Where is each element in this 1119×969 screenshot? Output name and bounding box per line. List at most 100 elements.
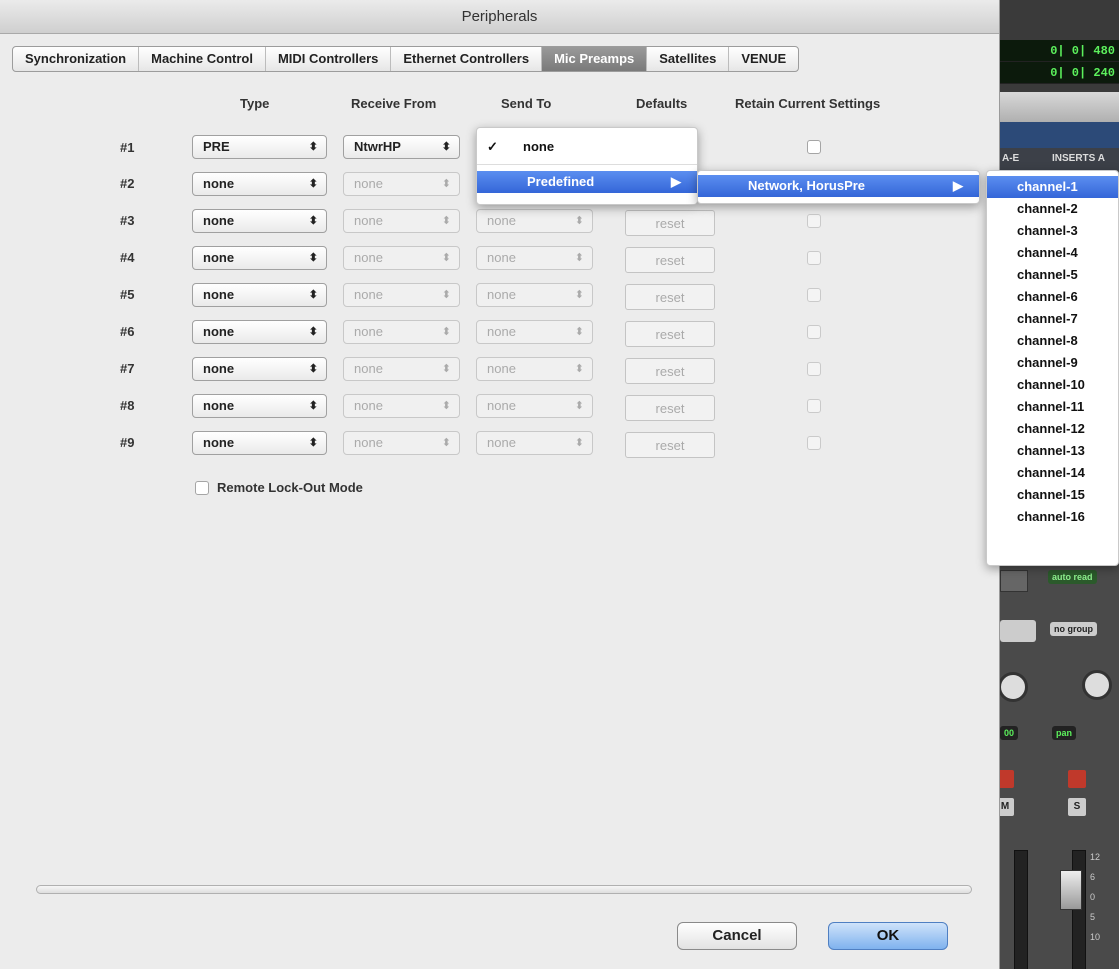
tab-ethernet-controllers[interactable]: Ethernet Controllers — [391, 47, 543, 71]
remote-lockout-option[interactable]: Remote Lock-Out Mode — [195, 480, 363, 495]
cancel-button[interactable]: Cancel — [677, 922, 797, 950]
bg-record-button[interactable] — [1068, 770, 1086, 788]
type-select[interactable]: none ⬍ — [192, 209, 327, 233]
reset-button[interactable]: reset — [625, 210, 715, 236]
receive-from-select[interactable]: none ⬍ — [343, 172, 460, 196]
stepper-icon: ⬍ — [308, 215, 318, 227]
type-select[interactable]: PRE ⬍ — [192, 135, 327, 159]
tab-satellites[interactable]: Satellites — [647, 47, 730, 71]
menu-separator — [477, 164, 697, 165]
tab-midi-controllers[interactable]: MIDI Controllers — [266, 47, 392, 71]
stepper-icon: ⬍ — [308, 178, 318, 190]
retain-checkbox[interactable] — [807, 325, 821, 339]
row-label: #9 — [120, 435, 135, 450]
stepper-icon: ⬍ — [308, 326, 318, 338]
type-value: none — [203, 361, 235, 376]
menu-item-channel-6[interactable]: channel-6 — [987, 286, 1118, 308]
menu-item-channel-4[interactable]: channel-4 — [987, 242, 1118, 264]
reset-button[interactable]: reset — [625, 395, 715, 421]
bg-knob-left[interactable] — [1000, 672, 1028, 702]
stepper-icon: ⬍ — [441, 289, 451, 301]
reset-button[interactable]: reset — [625, 432, 715, 458]
receive-from-select[interactable]: none ⬍ — [343, 394, 460, 418]
receive-from-select[interactable]: none ⬍ — [343, 283, 460, 307]
bg-solo-button[interactable]: S — [1068, 798, 1086, 816]
reset-button[interactable]: reset — [625, 284, 715, 310]
bg-record-button-left[interactable] — [1000, 770, 1014, 788]
type-select[interactable]: none ⬍ — [192, 283, 327, 307]
remote-lockout-checkbox[interactable] — [195, 480, 209, 495]
bg-fader-handle[interactable] — [1060, 870, 1082, 910]
receive-from-select[interactable]: NtwrHP ⬍ — [343, 135, 460, 159]
menu-item-channel-13[interactable]: channel-13 — [987, 440, 1118, 462]
send-to-select[interactable]: none ⬍ — [476, 283, 593, 307]
menu-item-channel-12[interactable]: channel-12 — [987, 418, 1118, 440]
bg-mute-button-left[interactable]: M — [1000, 798, 1014, 816]
horizontal-scrollbar[interactable] — [36, 885, 972, 894]
type-select[interactable]: none ⬍ — [192, 172, 327, 196]
retain-checkbox[interactable] — [807, 251, 821, 265]
bg-auto-label[interactable]: auto read — [1048, 570, 1097, 584]
bg-group-dropdown-left[interactable] — [1000, 620, 1036, 642]
menu-item-channel-7[interactable]: channel-7 — [987, 308, 1118, 330]
stepper-icon: ⬍ — [308, 252, 318, 264]
bg-dropdown[interactable] — [1000, 570, 1028, 592]
tab-venue[interactable]: VENUE — [729, 47, 798, 71]
menu-item-channel-1[interactable]: channel-1 — [987, 176, 1118, 198]
send-to-select[interactable]: none ⬍ — [476, 431, 593, 455]
receive-from-select[interactable]: none ⬍ — [343, 431, 460, 455]
bg-scale-5: 5 — [1090, 912, 1096, 922]
reset-button[interactable]: reset — [625, 247, 715, 273]
menu-item-channel-5[interactable]: channel-5 — [987, 264, 1118, 286]
menu-item-channel-14[interactable]: channel-14 — [987, 462, 1118, 484]
retain-checkbox[interactable] — [807, 214, 821, 228]
tab-synchronization[interactable]: Synchronization — [13, 47, 140, 71]
menu-item-channel-9[interactable]: channel-9 — [987, 352, 1118, 374]
retain-checkbox[interactable] — [807, 140, 821, 154]
menu-item-channel-15[interactable]: channel-15 — [987, 484, 1118, 506]
tab-mic-preamps[interactable]: Mic Preamps — [542, 47, 648, 71]
send-to-select[interactable]: none ⬍ — [476, 246, 593, 270]
send-to-select[interactable]: none ⬍ — [476, 209, 593, 233]
receive-from-select[interactable]: none ⬍ — [343, 320, 460, 344]
type-select[interactable]: none ⬍ — [192, 431, 327, 455]
menu-item-channel-8[interactable]: channel-8 — [987, 330, 1118, 352]
receive-from-select[interactable]: none ⬍ — [343, 209, 460, 233]
retain-checkbox[interactable] — [807, 288, 821, 302]
bg-group-label[interactable]: no group — [1050, 622, 1097, 636]
stepper-icon: ⬍ — [441, 215, 451, 227]
menu-item-none-label: none — [523, 139, 555, 154]
ok-button[interactable]: OK — [828, 922, 948, 950]
receive-from-select[interactable]: none ⬍ — [343, 357, 460, 381]
type-select[interactable]: none ⬍ — [192, 394, 327, 418]
type-select[interactable]: none ⬍ — [192, 357, 327, 381]
retain-checkbox[interactable] — [807, 399, 821, 413]
send-to-select[interactable]: none ⬍ — [476, 320, 593, 344]
menu-item-channel-3[interactable]: channel-3 — [987, 220, 1118, 242]
row-label: #2 — [120, 176, 135, 191]
menu-item-predefined[interactable]: Predefined ▶ — [477, 171, 697, 193]
menu-item-channel-16[interactable]: channel-16 — [987, 506, 1118, 528]
reset-button[interactable]: reset — [625, 358, 715, 384]
menu-item-network-horuspre[interactable]: Network, HorusPre ▶ — [698, 175, 979, 197]
menu-item-channel-2[interactable]: channel-2 — [987, 198, 1118, 220]
reset-button[interactable]: reset — [625, 321, 715, 347]
menu-item-network-horuspre-label: Network, HorusPre — [748, 178, 866, 193]
menu-item-channel-10[interactable]: channel-10 — [987, 374, 1118, 396]
type-select[interactable]: none ⬍ — [192, 320, 327, 344]
send-to-select[interactable]: none ⬍ — [476, 394, 593, 418]
type-select[interactable]: none ⬍ — [192, 246, 327, 270]
bg-counter-2: 0| 0| 240 — [1000, 62, 1119, 84]
bg-pan-label: pan — [1052, 726, 1077, 740]
send-to-select[interactable]: none ⬍ — [476, 357, 593, 381]
menu-item-none[interactable]: ✓ none — [477, 136, 697, 158]
bg-inserts-header: A-E INSERTS A — [1000, 148, 1119, 170]
retain-checkbox[interactable] — [807, 362, 821, 376]
retain-checkbox[interactable] — [807, 436, 821, 450]
stepper-icon: ⬍ — [574, 437, 584, 449]
tab-machine-control[interactable]: Machine Control — [139, 47, 266, 71]
bg-pan-knob[interactable] — [1082, 670, 1112, 700]
menu-item-channel-11[interactable]: channel-11 — [987, 396, 1118, 418]
bg-scale-6: 6 — [1090, 872, 1096, 882]
receive-from-select[interactable]: none ⬍ — [343, 246, 460, 270]
